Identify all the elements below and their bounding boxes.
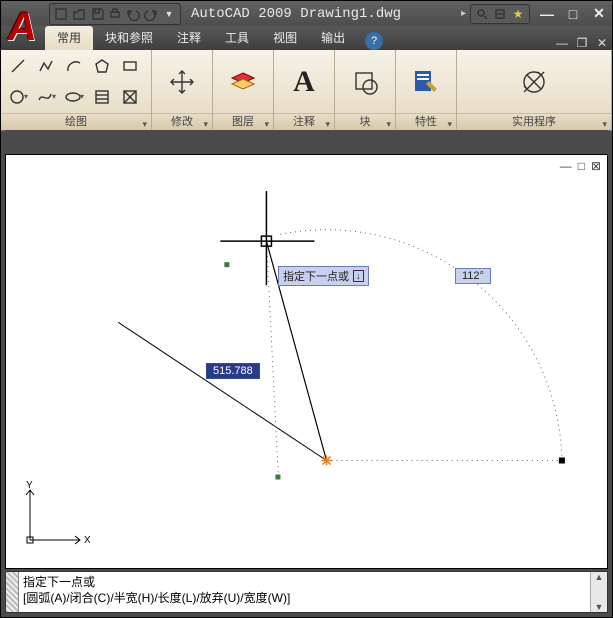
rect-tool-button[interactable] bbox=[119, 55, 141, 77]
panel-draw-label[interactable]: 绘图▾ bbox=[1, 113, 151, 130]
dynamic-prompt: 指定下一点或 ↓ bbox=[278, 266, 369, 286]
command-line-text[interactable]: 指定下一点或 [圆弧(A)/闭合(C)/半宽(H)/长度(L)/放弃(U)/宽度… bbox=[19, 572, 590, 612]
utilities-button[interactable] bbox=[518, 66, 550, 98]
layers-icon bbox=[227, 66, 259, 98]
panel-layers-label[interactable]: 图层▾ bbox=[213, 113, 273, 130]
spline-tool-button[interactable]: ▾ bbox=[35, 86, 57, 108]
measure-icon bbox=[518, 66, 550, 98]
polygon-tool-button[interactable] bbox=[91, 55, 113, 77]
down-arrow-icon[interactable]: ↓ bbox=[353, 270, 364, 282]
workspace: — □ ⊠ bbox=[5, 130, 608, 569]
panel-modify: 修改▾ bbox=[152, 50, 213, 130]
title-search-box[interactable]: ★ bbox=[470, 4, 530, 24]
text-icon: A bbox=[288, 66, 320, 98]
panel-annotation: A 注释▾ bbox=[274, 50, 335, 130]
help-icon[interactable]: ? bbox=[365, 32, 383, 50]
layers-button[interactable] bbox=[227, 66, 259, 98]
doc-restore-button[interactable]: ❐ bbox=[572, 36, 592, 50]
tab-common[interactable]: 常用 bbox=[45, 26, 93, 50]
qat-new-button[interactable] bbox=[52, 5, 70, 23]
region-tool-button[interactable] bbox=[119, 86, 141, 108]
close-button[interactable]: ✕ bbox=[586, 1, 612, 26]
properties-icon bbox=[410, 66, 442, 98]
doc-minimize-button[interactable]: — bbox=[552, 36, 572, 50]
window-title: AutoCAD 2009 Drawing1.dwg bbox=[185, 6, 457, 22]
app-menu-button[interactable]: A bbox=[0, 0, 44, 54]
dynamic-prompt-text: 指定下一点或 bbox=[283, 268, 349, 284]
tab-annotation[interactable]: 注释 bbox=[165, 26, 213, 50]
panel-block-label[interactable]: 块▾ bbox=[335, 113, 395, 130]
block-icon bbox=[349, 66, 381, 98]
panel-annotation-label[interactable]: 注释▾ bbox=[274, 113, 334, 130]
title-bar: ▼ AutoCAD 2009 Drawing1.dwg ▸ ★ — □ ✕ bbox=[1, 1, 612, 26]
quick-access-toolbar: ▼ bbox=[49, 3, 181, 25]
search-icon bbox=[473, 5, 491, 23]
tab-block-ref[interactable]: 块和参照 bbox=[93, 26, 165, 50]
tab-view[interactable]: 视图 bbox=[261, 26, 309, 50]
line-tool-button[interactable] bbox=[7, 55, 29, 77]
search-filter-icon[interactable] bbox=[491, 5, 509, 23]
ucs-y-label: Y bbox=[26, 480, 33, 491]
window-controls: — □ ✕ bbox=[534, 1, 612, 26]
circle-tool-button[interactable]: ▾ bbox=[7, 86, 29, 108]
arc-tool-button[interactable] bbox=[63, 55, 85, 77]
block-button[interactable] bbox=[349, 66, 381, 98]
ellipse-tool-button[interactable]: ▾ bbox=[63, 86, 85, 108]
drawing-canvas[interactable] bbox=[6, 155, 607, 566]
modify-button[interactable] bbox=[166, 66, 198, 98]
doc-close-button[interactable]: ✕ bbox=[592, 36, 612, 50]
ribbon-tabs: 常用 块和参照 注释 工具 视图 输出 ? — ❐ ✕ bbox=[1, 26, 612, 50]
tab-output[interactable]: 输出 bbox=[309, 26, 357, 50]
maximize-button[interactable]: □ bbox=[560, 1, 586, 26]
tab-tools[interactable]: 工具 bbox=[213, 26, 261, 50]
qat-open-button[interactable] bbox=[70, 5, 88, 23]
dynamic-length-value[interactable]: 515.788 bbox=[206, 363, 260, 379]
panel-block: 块▾ bbox=[335, 50, 396, 130]
favorite-icon[interactable]: ★ bbox=[509, 5, 527, 23]
panel-modify-label[interactable]: 修改▾ bbox=[152, 113, 212, 130]
scroll-down-icon[interactable]: ▼ bbox=[595, 602, 604, 612]
properties-button[interactable] bbox=[410, 66, 442, 98]
hatch-tool-button[interactable] bbox=[91, 86, 113, 108]
command-line-grip[interactable] bbox=[6, 572, 19, 612]
qat-save-button[interactable] bbox=[88, 5, 106, 23]
panel-properties: 特性▾ bbox=[396, 50, 457, 130]
panel-utilities: 实用程序▾ bbox=[457, 50, 612, 130]
scroll-up-icon[interactable]: ▲ bbox=[595, 572, 604, 582]
minimize-button[interactable]: — bbox=[534, 1, 560, 26]
qat-print-button[interactable] bbox=[106, 5, 124, 23]
panel-properties-label[interactable]: 特性▾ bbox=[396, 113, 456, 130]
command-line-scrollbar[interactable]: ▲▼ bbox=[590, 572, 607, 612]
panel-utilities-label[interactable]: 实用程序▾ bbox=[457, 113, 611, 130]
drawing-window[interactable]: — □ ⊠ bbox=[5, 154, 608, 569]
ucs-icon: X Y bbox=[20, 480, 90, 550]
dynamic-angle-value: 112° bbox=[455, 268, 491, 284]
annotation-button[interactable]: A bbox=[288, 66, 320, 98]
ribbon: ▾ ▾ ▾ 绘图▾ 修改▾ 图层▾ A 注释▾ bbox=[1, 50, 612, 131]
panel-layers: 图层▾ bbox=[213, 50, 274, 130]
ucs-x-label: X bbox=[84, 535, 90, 546]
qat-dropdown-icon[interactable]: ▼ bbox=[160, 5, 178, 23]
qat-redo-button[interactable] bbox=[142, 5, 160, 23]
panel-draw: ▾ ▾ ▾ 绘图▾ bbox=[1, 50, 152, 130]
autocad-logo-icon: A bbox=[4, 5, 39, 50]
qat-undo-button[interactable] bbox=[124, 5, 142, 23]
command-line[interactable]: 指定下一点或 [圆弧(A)/闭合(C)/半宽(H)/长度(L)/放弃(U)/宽度… bbox=[5, 571, 608, 613]
app-window: A ▼ AutoCAD 2009 Drawing1.dwg ▸ ★ — □ ✕ … bbox=[0, 0, 613, 618]
title-play-icon: ▸ bbox=[461, 8, 466, 19]
move-icon bbox=[166, 66, 198, 98]
pline-tool-button[interactable] bbox=[35, 55, 57, 77]
